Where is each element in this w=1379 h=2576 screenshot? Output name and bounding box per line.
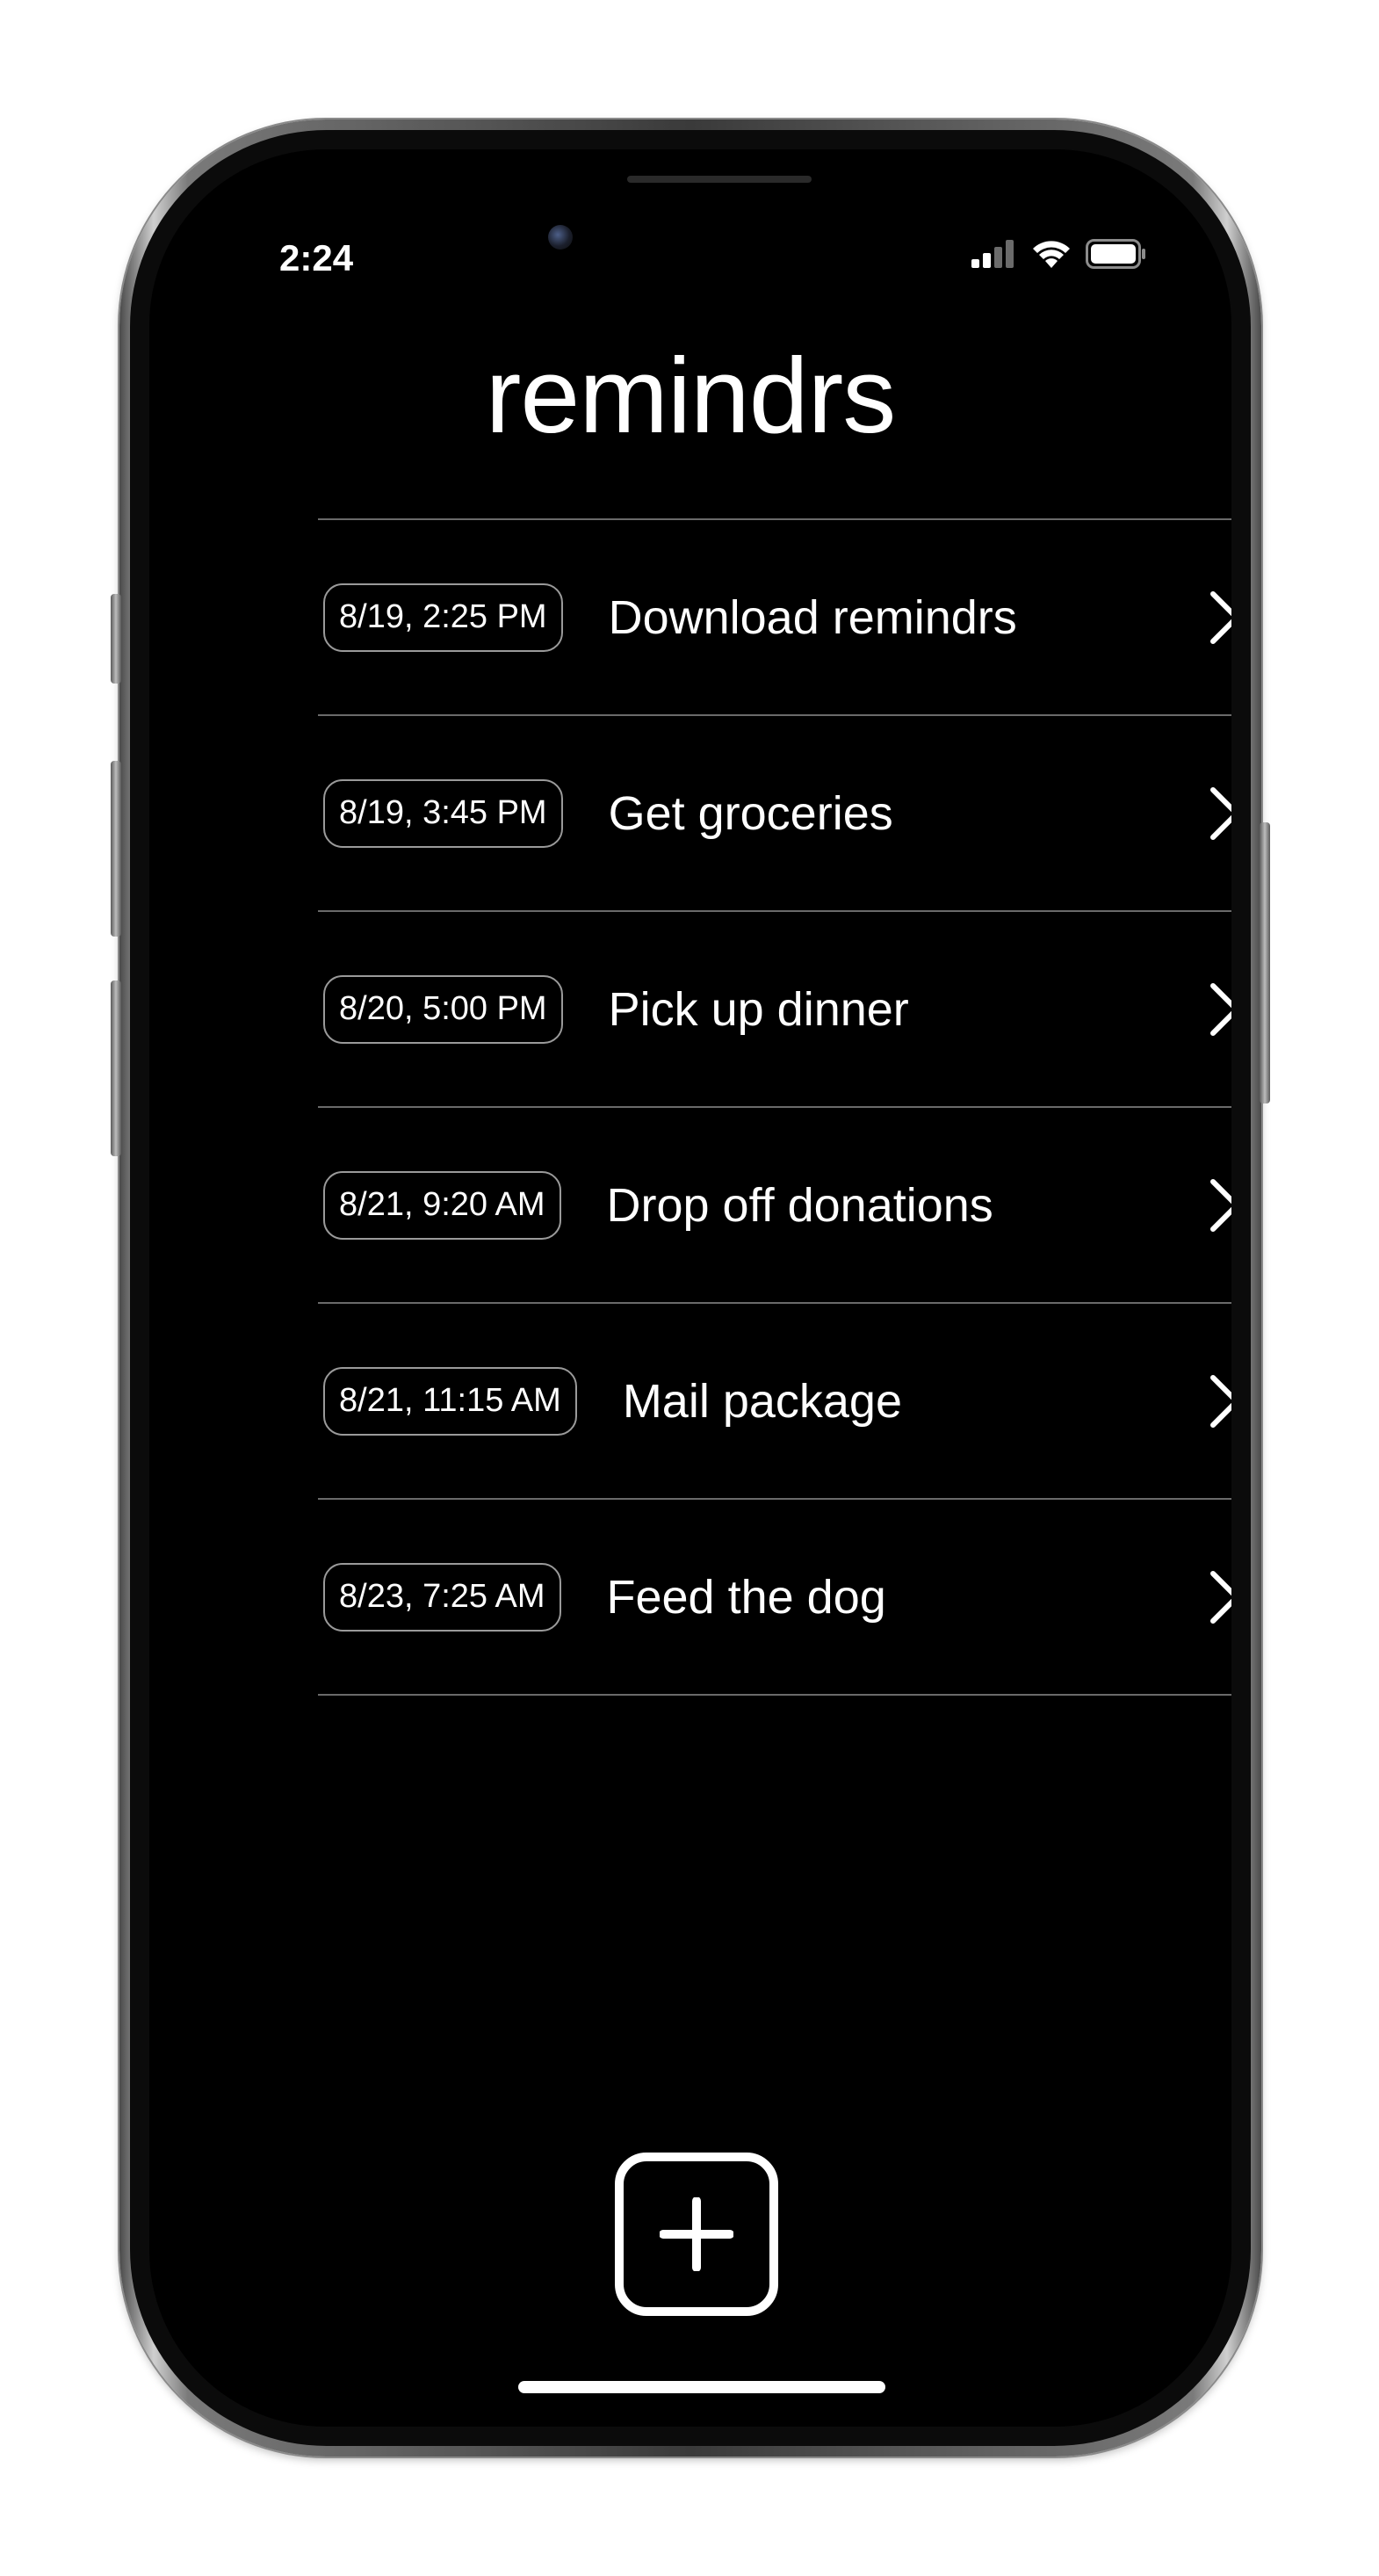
reminder-time-badge[interactable]: 8/21, 11:15 AM (323, 1366, 577, 1436)
plus-icon (660, 2197, 733, 2271)
reminder-time-badge[interactable]: 8/23, 7:25 AM (323, 1562, 561, 1632)
close-icon (1210, 1374, 1231, 1428)
delete-reminder-button[interactable] (1202, 1170, 1231, 1241)
reminder-time-badge[interactable]: 8/19, 2:25 PM (323, 582, 563, 652)
reminder-time-badge[interactable]: 8/21, 9:20 AM (323, 1170, 561, 1240)
volume-down-button (111, 980, 121, 1156)
delete-reminder-button[interactable] (1202, 1562, 1231, 1632)
reminder-title[interactable]: Feed the dog (607, 1570, 886, 1624)
reminder-title[interactable]: Mail package (623, 1374, 902, 1429)
reminder-title[interactable]: Download remindrs (609, 590, 1017, 645)
reminder-time-badge[interactable]: 8/19, 3:45 PM (323, 778, 563, 848)
delete-reminder-button[interactable] (1202, 974, 1231, 1045)
reminder-row: 8/19, 2:25 PM Download remindrs (318, 520, 1231, 716)
close-icon (1210, 590, 1231, 644)
power-button (1260, 822, 1270, 1103)
cellular-signal-icon (971, 240, 1014, 268)
status-icons (971, 239, 1147, 269)
reminder-row: 8/21, 11:15 AM Mail package (318, 1304, 1231, 1500)
close-icon (1210, 982, 1231, 1036)
reminder-title[interactable]: Get groceries (609, 786, 893, 841)
phone-frame: 2:24 remindrs 8/19, 2:25 PM Download rem… (111, 119, 1270, 2457)
phone-bezel: 2:24 remindrs 8/19, 2:25 PM Download rem… (130, 130, 1251, 2446)
app-screen: 2:24 remindrs 8/19, 2:25 PM Download rem… (149, 149, 1231, 2427)
status-time: 2:24 (279, 237, 354, 279)
earpiece-speaker (627, 176, 812, 183)
app-title: remindrs (485, 336, 897, 455)
volume-up-button (111, 761, 121, 937)
delete-reminder-button[interactable] (1202, 1366, 1231, 1436)
delete-reminder-button[interactable] (1202, 582, 1231, 653)
reminder-time-badge[interactable]: 8/20, 5:00 PM (323, 974, 563, 1044)
reminder-list: 8/19, 2:25 PM Download remindrs 8/19, 3:… (318, 518, 1231, 1696)
reminder-row: 8/23, 7:25 AM Feed the dog (318, 1500, 1231, 1696)
close-icon (1210, 786, 1231, 840)
delete-reminder-button[interactable] (1202, 778, 1231, 849)
add-reminder-button[interactable] (615, 2153, 778, 2316)
close-icon (1210, 1178, 1231, 1232)
wifi-icon (1033, 241, 1070, 268)
reminder-title[interactable]: Drop off donations (607, 1178, 993, 1233)
battery-icon (1086, 239, 1145, 269)
reminder-row: 8/20, 5:00 PM Pick up dinner (318, 912, 1231, 1108)
reminder-row: 8/19, 3:45 PM Get groceries (318, 716, 1231, 912)
reminder-row: 8/21, 9:20 AM Drop off donations (318, 1108, 1231, 1304)
silent-switch (111, 594, 121, 684)
front-camera-icon (548, 225, 573, 250)
reminder-title[interactable]: Pick up dinner (609, 982, 909, 1037)
home-indicator[interactable] (518, 2381, 885, 2393)
close-icon (1210, 1570, 1231, 1624)
